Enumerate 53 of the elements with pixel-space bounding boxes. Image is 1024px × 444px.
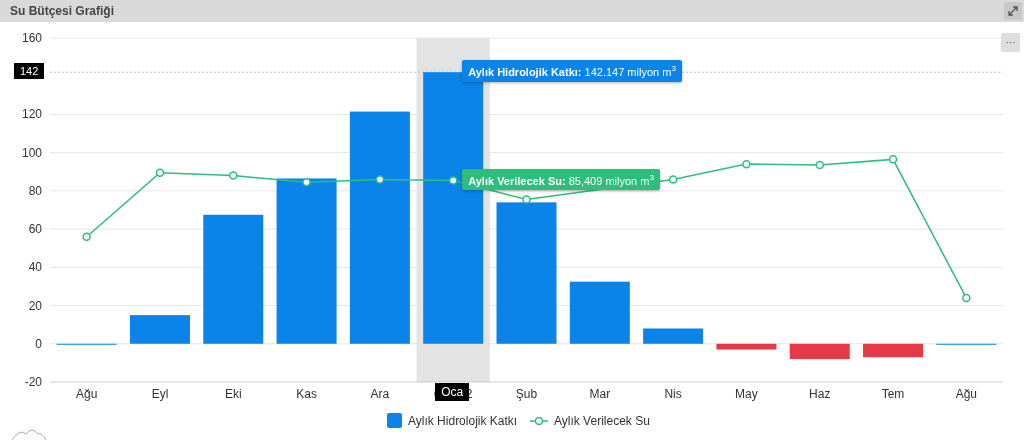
point [82,232,91,242]
x-axis-label: May [735,387,758,401]
bar[interactable] [349,111,410,344]
x-axis-label: Haz [809,387,831,401]
bar[interactable] [569,281,630,344]
point [815,160,824,170]
y-tick-label: 120 [21,107,42,122]
panel-title: Su Bütçesi Grafiği [10,4,115,18]
x-axis-label: Eyl [151,387,169,401]
point [668,175,678,184]
x-axis-label: Kas [296,387,317,401]
tooltip: Aylık Verilecek Su: 85,409 milyon m$^{3}$ [462,168,660,191]
y-tick-label: 0 [35,336,42,351]
point [155,168,165,177]
x-axis-label: Nis [664,387,682,401]
x-axis-label: Ağu [75,387,98,401]
y-tick-label: -20 [24,375,42,389]
point [888,155,898,164]
point [375,175,385,184]
tooltip: Aylık Hidrolojik Katkı: 142.147 milyon m$^{3}$ [462,60,682,82]
x-axis-label: Şub [515,387,538,401]
more-button[interactable]: ··· [1001,33,1020,52]
y-tick-label: 20 [28,298,42,313]
expand-button[interactable] [1004,2,1022,20]
y-tick-label: 40 [28,260,42,275]
legend-label: Aylık Hidrolojik Katkı [408,414,518,428]
point [962,293,971,303]
crosshair-y-label: 142 [14,63,45,80]
point [522,195,531,204]
bar[interactable] [276,178,337,344]
x-axis-label: Tem [881,387,905,401]
bar[interactable] [643,328,704,344]
point [448,176,458,185]
point [302,178,311,187]
expand-icon [1008,6,1018,16]
bar[interactable] [203,214,264,344]
x-axis-label: Ağu [955,387,978,401]
mountains-icon [11,429,47,441]
point [229,171,238,180]
legend-item[interactable]: Aylık Verilecek Su [529,414,650,428]
x-axis-label: Ara [370,387,390,401]
x-axis-label: Mar [589,387,611,401]
point [742,159,751,169]
y-tick-label: 100 [21,145,42,160]
y-tick-label: 60 [28,222,42,237]
crosshair-x-label: Oca [435,383,470,401]
bar[interactable] [716,343,777,350]
y-tick-label: 160 [21,31,42,45]
bar[interactable] [496,202,557,344]
y-tick-label: 80 [28,183,42,198]
legend-label: Aylık Verilecek Su [554,414,650,428]
x-axis-label: Eki [224,387,242,401]
legend-item[interactable]: Aylık Hidrolojik Katkı [387,413,518,428]
